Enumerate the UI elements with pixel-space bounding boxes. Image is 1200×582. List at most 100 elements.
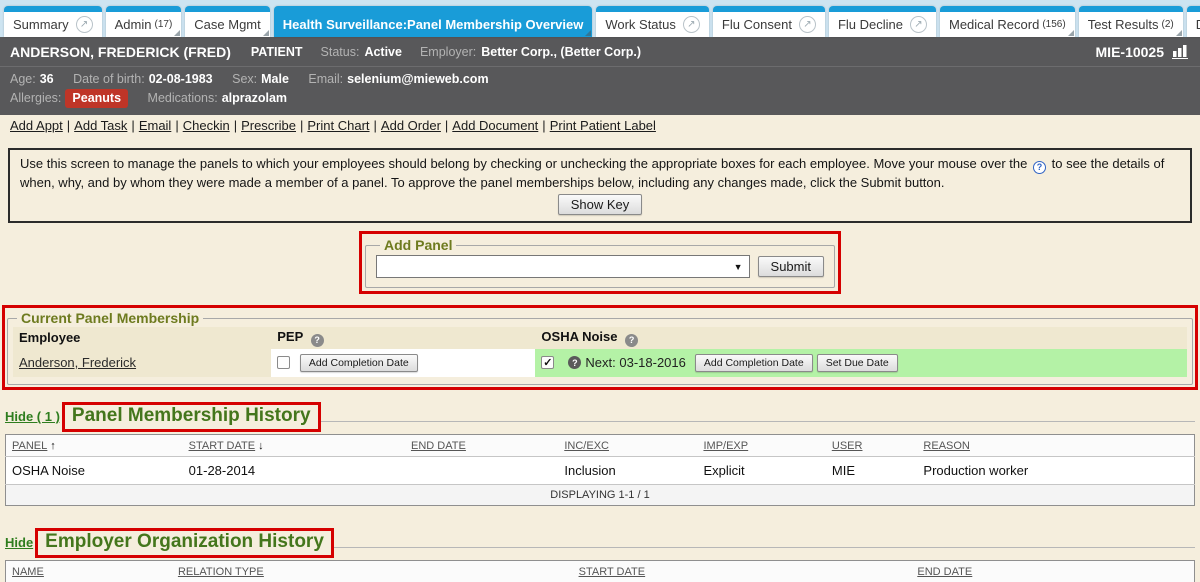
column-reason-label: REASON: [923, 440, 969, 452]
external-link-icon[interactable]: ↗: [76, 16, 93, 33]
allergy-badge[interactable]: Peanuts: [65, 89, 128, 108]
cell-end-date: [405, 456, 558, 484]
sort-desc-icon[interactable]: ↓: [258, 440, 264, 452]
column-imp-exp[interactable]: IMP/EXP: [697, 434, 825, 456]
column-inc-exc-label: INC/EXC: [564, 440, 609, 452]
show-key-row: Show Key: [20, 194, 1180, 215]
sex-value: Male: [261, 72, 289, 86]
column-user[interactable]: USER: [826, 434, 918, 456]
column-pep: PEP ?: [271, 327, 535, 349]
add-panel-select[interactable]: ▼: [376, 255, 750, 278]
cell-panel: OSHA Noise: [6, 456, 183, 484]
print-chart-link[interactable]: Print Chart: [307, 118, 369, 133]
tab-medical-record[interactable]: Medical Record (156): [940, 6, 1075, 37]
separator: |: [131, 118, 134, 133]
column-relation-type[interactable]: RELATION TYPE: [172, 560, 457, 582]
tab-case-mgmt[interactable]: Case Mgmt: [185, 6, 269, 37]
help-icon[interactable]: ?: [1033, 161, 1046, 174]
tab-label: Medical Record: [949, 17, 1039, 32]
tab-label: Flu Consent: [722, 17, 792, 32]
tab-test-results[interactable]: Test Results (2): [1079, 6, 1183, 37]
column-panel-label: PANEL: [12, 440, 47, 452]
employer-value: Better Corp., (Better Corp.): [481, 45, 641, 59]
tab-label: Summary: [13, 17, 69, 32]
instruction-box: Use this screen to manage the panels to …: [8, 148, 1192, 223]
annotation-add-panel: Add Panel ▼ Submit: [359, 231, 841, 294]
panel-history-header-row: PANEL↑ START DATE↓ END DATE INC/EXC IMP/…: [6, 434, 1195, 456]
column-reason[interactable]: REASON: [917, 434, 1194, 456]
tab-admin[interactable]: Admin (17): [106, 6, 182, 37]
osha-checkbox[interactable]: ✓: [541, 356, 554, 369]
tab-label: Work Status: [605, 17, 676, 32]
tab-documents[interactable]: Documents: [1187, 6, 1200, 37]
osha-set-due-date-button[interactable]: Set Due Date: [817, 354, 898, 372]
column-filler: [1123, 560, 1194, 582]
email-label: Email:: [308, 72, 343, 86]
tab-work-status[interactable]: Work Status ↗: [596, 6, 709, 37]
column-end-date[interactable]: END DATE: [766, 560, 1123, 582]
tab-flu-decline[interactable]: Flu Decline ↗: [829, 6, 936, 37]
osha-row-help-icon[interactable]: ?: [568, 356, 581, 369]
employer-label: Employer:: [420, 45, 476, 59]
demographics-line-2: Allergies:Peanuts Medications:alprazolam: [10, 89, 1190, 108]
tab-bar: Summary ↗ Admin (17) Case Mgmt Health Su…: [0, 0, 1200, 37]
add-panel-legend: Add Panel: [380, 237, 456, 253]
pep-help-icon[interactable]: ?: [311, 334, 324, 347]
chevron-down-icon: ▼: [734, 262, 743, 272]
add-task-link[interactable]: Add Task: [74, 118, 127, 133]
employer-history-table: NAME RELATION TYPE START DATE END DATE 0…: [5, 560, 1195, 582]
next-label: Next:: [585, 355, 615, 370]
external-link-icon[interactable]: ↗: [910, 16, 927, 33]
column-pep-label: PEP: [277, 329, 303, 344]
osha-add-completion-date-button[interactable]: Add Completion Date: [695, 354, 813, 372]
column-start-date-label: START DATE: [579, 566, 645, 578]
add-document-link[interactable]: Add Document: [452, 118, 538, 133]
page: Summary ↗ Admin (17) Case Mgmt Health Su…: [0, 0, 1200, 582]
add-appt-link[interactable]: Add Appt: [10, 118, 63, 133]
patient-demographics: Age:36 Date of birth:02-08-1983 Sex:Male…: [0, 66, 1200, 115]
pep-checkbox[interactable]: [277, 356, 290, 369]
checkin-link[interactable]: Checkin: [183, 118, 230, 133]
table-row: OSHA Noise 01-28-2014 Inclusion Explicit…: [6, 456, 1195, 484]
patient-header: ANDERSON, FREDERICK (FRED) PATIENT Statu…: [0, 37, 1200, 66]
osha-help-icon[interactable]: ?: [625, 334, 638, 347]
separator: |: [542, 118, 545, 133]
column-end-date-label: END DATE: [411, 440, 466, 452]
dob-value: 02-08-1983: [149, 72, 213, 86]
cell-start-date: 01-28-2014: [183, 456, 405, 484]
sort-asc-icon[interactable]: ↑: [50, 440, 56, 452]
pep-add-completion-date-button[interactable]: Add Completion Date: [300, 354, 418, 372]
tab-summary[interactable]: Summary ↗: [4, 6, 102, 37]
column-start-date[interactable]: START DATE: [457, 560, 766, 582]
bar-chart-icon[interactable]: [1172, 44, 1190, 59]
tab-health-surveillance-panel-membership-overview[interactable]: Health Surveillance:Panel Membership Ove…: [274, 6, 593, 37]
email-link[interactable]: Email: [139, 118, 172, 133]
column-panel[interactable]: PANEL↑: [6, 434, 183, 456]
column-relation-type-label: RELATION TYPE: [178, 566, 264, 578]
current-membership-legend: Current Panel Membership: [17, 310, 203, 326]
employee-link[interactable]: Anderson, Frederick: [19, 355, 136, 370]
prescribe-link[interactable]: Prescribe: [241, 118, 296, 133]
panel-history-hide-link[interactable]: Hide ( 1 ): [5, 409, 60, 424]
add-panel-submit-button[interactable]: Submit: [758, 256, 824, 277]
column-name[interactable]: NAME: [6, 560, 172, 582]
add-order-link[interactable]: Add Order: [381, 118, 441, 133]
external-link-icon[interactable]: ↗: [799, 16, 816, 33]
show-key-button[interactable]: Show Key: [558, 194, 643, 215]
medication-value: alprazolam: [222, 91, 287, 105]
external-link-icon[interactable]: ↗: [683, 16, 700, 33]
print-patient-label-link[interactable]: Print Patient Label: [550, 118, 656, 133]
column-inc-exc[interactable]: INC/EXC: [558, 434, 697, 456]
column-end-date[interactable]: END DATE: [405, 434, 558, 456]
employer-history-hide-link[interactable]: Hide: [5, 535, 33, 550]
annotation-employer-organization-history: Employer Organization History: [35, 528, 334, 558]
tab-label: Test Results: [1088, 17, 1159, 32]
age-label: Age:: [10, 72, 36, 86]
employer-history-header: Hide Employer Organization History: [5, 528, 1195, 558]
tab-flu-consent[interactable]: Flu Consent ↗: [713, 6, 825, 37]
panel-history-title: Panel Membership History: [72, 405, 311, 426]
separator: |: [374, 118, 377, 133]
tab-count: (2): [1162, 19, 1174, 30]
instruction-text-before: Use this screen to manage the panels to …: [20, 156, 1027, 171]
column-start-date[interactable]: START DATE↓: [183, 434, 405, 456]
